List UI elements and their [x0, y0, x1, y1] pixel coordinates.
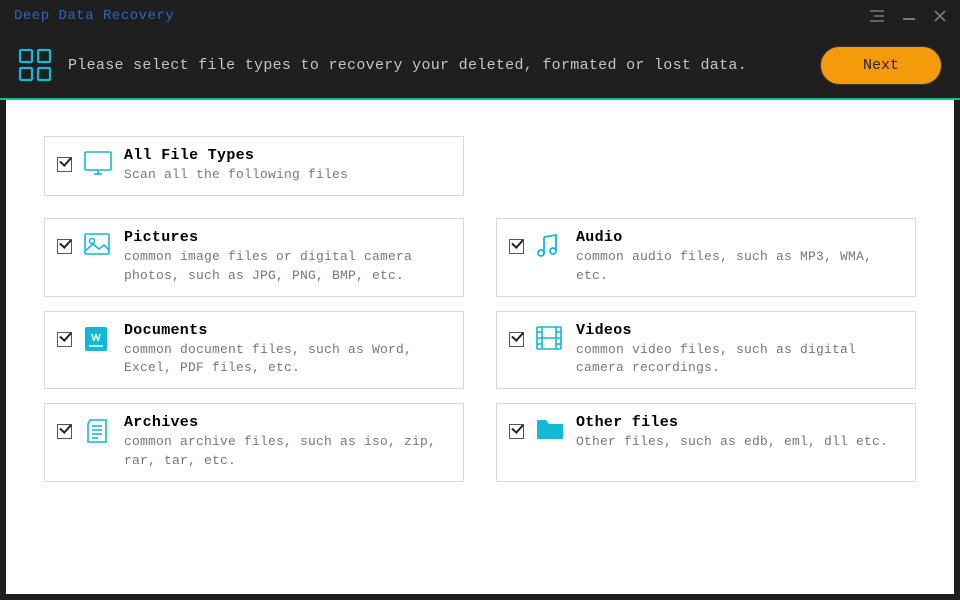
window-controls	[870, 10, 946, 22]
file-types-grid: Pictures common image files or digital c…	[44, 218, 916, 482]
card-desc: Scan all the following files	[124, 166, 451, 185]
file-type-card-documents[interactable]: W Documents common document files, such …	[44, 311, 464, 390]
file-type-card-other[interactable]: Other files Other files, such as edb, em…	[496, 403, 916, 482]
close-icon[interactable]	[934, 10, 946, 22]
card-title: Audio	[576, 229, 903, 246]
checkbox-documents[interactable]	[57, 332, 72, 347]
document-icon: W	[84, 326, 112, 352]
minimize-icon[interactable]	[902, 10, 916, 22]
card-desc: common video files, such as digital came…	[576, 341, 903, 379]
file-type-card-all[interactable]: All File Types Scan all the following fi…	[44, 136, 464, 196]
menu-icon[interactable]	[870, 10, 884, 22]
titlebar: Deep Data Recovery	[0, 0, 960, 32]
checkbox-videos[interactable]	[509, 332, 524, 347]
svg-text:W: W	[91, 333, 101, 344]
music-note-icon	[536, 233, 564, 259]
file-type-card-pictures[interactable]: Pictures common image files or digital c…	[44, 218, 464, 297]
folder-icon	[536, 418, 564, 440]
picture-icon	[84, 233, 112, 255]
app-tiles-icon	[18, 48, 52, 82]
file-types-panel: All File Types Scan all the following fi…	[6, 100, 954, 594]
card-title: Videos	[576, 322, 903, 339]
content-frame: All File Types Scan all the following fi…	[0, 100, 960, 600]
file-type-card-archives[interactable]: Archives common archive files, such as i…	[44, 403, 464, 482]
card-desc: common document files, such as Word, Exc…	[124, 341, 451, 379]
instruction-bar: Please select file types to recovery you…	[0, 32, 960, 100]
checkbox-archives[interactable]	[57, 424, 72, 439]
file-type-card-audio[interactable]: Audio common audio files, such as MP3, W…	[496, 218, 916, 297]
card-title: Archives	[124, 414, 451, 431]
checkbox-audio[interactable]	[509, 239, 524, 254]
checkbox-all[interactable]	[57, 157, 72, 172]
archive-icon	[84, 418, 112, 444]
card-title: Other files	[576, 414, 903, 431]
card-desc: Other files, such as edb, eml, dll etc.	[576, 433, 903, 452]
card-title: Documents	[124, 322, 451, 339]
next-button[interactable]: Next	[820, 46, 942, 85]
card-desc: common archive files, such as iso, zip, …	[124, 433, 451, 471]
card-title: Pictures	[124, 229, 451, 246]
app-title: Deep Data Recovery	[14, 8, 174, 24]
card-desc: common audio files, such as MP3, WMA, et…	[576, 248, 903, 286]
film-icon	[536, 326, 564, 350]
card-desc: common image files or digital camera pho…	[124, 248, 451, 286]
checkbox-pictures[interactable]	[57, 239, 72, 254]
checkbox-other[interactable]	[509, 424, 524, 439]
instruction-text: Please select file types to recovery you…	[68, 57, 747, 74]
card-title: All File Types	[124, 147, 451, 164]
monitor-icon	[84, 151, 112, 177]
file-type-card-videos[interactable]: Videos common video files, such as digit…	[496, 311, 916, 390]
